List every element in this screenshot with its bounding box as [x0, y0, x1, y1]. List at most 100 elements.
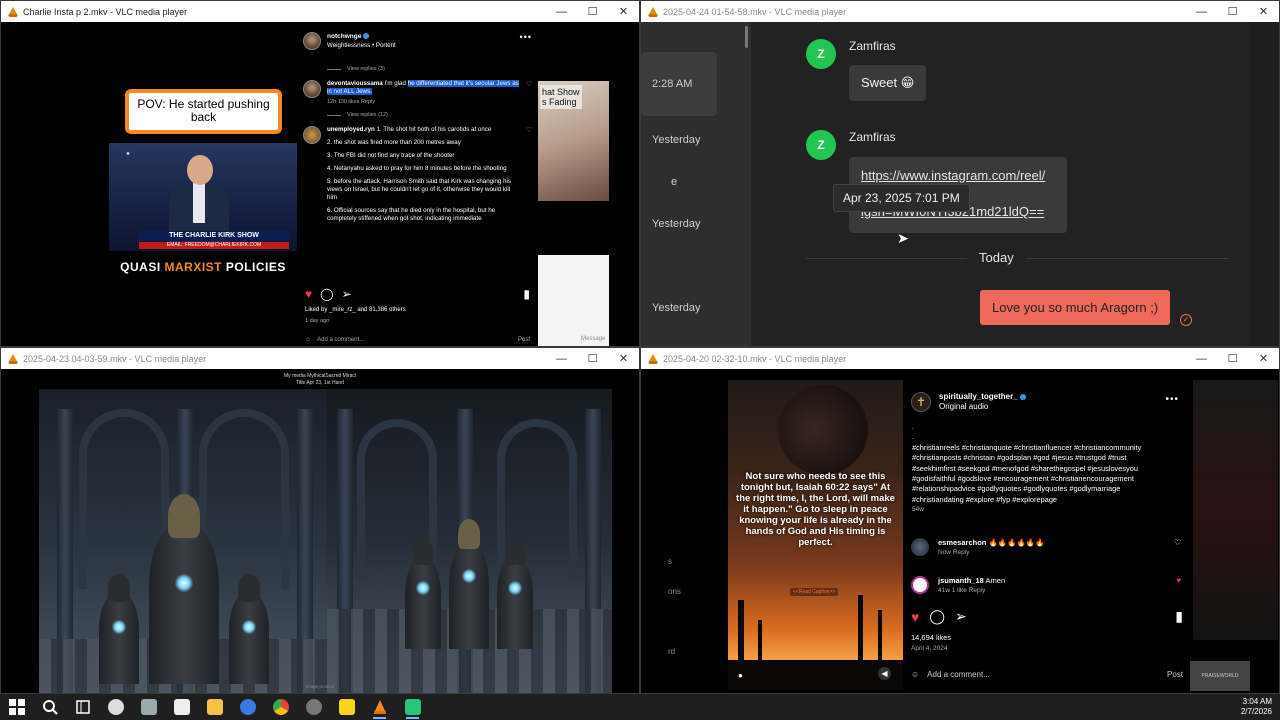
heart-filled-icon[interactable]: ♥ [911, 609, 919, 625]
comment-user[interactable]: jsumanth_18 [938, 576, 984, 585]
chat-list-time[interactable]: Yesterday [641, 302, 716, 314]
add-comment-input[interactable]: Add a comment... [927, 670, 1167, 679]
video-area[interactable]: My media MythicalSacred Miracl Title Apr… [1, 369, 639, 693]
titlebar[interactable]: 2025-04-20 02-32-10.mkv - VLC media play… [641, 348, 1279, 369]
vlc-window-3[interactable]: 2025-04-23 04-03-59.mkv - VLC media play… [0, 347, 640, 694]
titlebar[interactable]: Charlie Insta p 2.mkv - VLC media player… [1, 1, 639, 22]
comment-user[interactable]: unemployed.ryn [327, 126, 375, 133]
avatar[interactable] [303, 80, 321, 98]
emoji-icon[interactable]: ☺ [911, 670, 919, 679]
taskbar-app[interactable] [165, 694, 198, 720]
volume-icon[interactable]: ◀ [878, 667, 891, 680]
profile-icon[interactable]: ● [738, 671, 743, 680]
close-button[interactable]: ✕ [1248, 5, 1279, 18]
heart-outline-icon[interactable]: ♡ [526, 126, 532, 228]
comment-icon[interactable]: ◯ [320, 287, 333, 301]
username[interactable]: notchwnge [327, 33, 361, 40]
avatar[interactable] [911, 538, 929, 556]
avatar[interactable] [303, 126, 321, 144]
chat-list-time[interactable]: Yesterday [641, 218, 716, 230]
more-options-icon[interactable]: ••• [1165, 394, 1179, 405]
caption-age: 54w [912, 506, 924, 514]
taskbar-app[interactable] [396, 694, 429, 720]
taskbar-app-vlc[interactable] [363, 694, 396, 720]
praiseworld-logo: PRAISEWORLD [1190, 661, 1250, 691]
vlc-window-2[interactable]: 2025-04-24 01-54-58.mkv - VLC media play… [640, 0, 1280, 347]
close-button[interactable]: ✕ [608, 352, 639, 365]
chat-list-fragment[interactable]: e [641, 176, 716, 188]
chat-list-item[interactable]: 2:28 AM [641, 52, 717, 116]
minimize-button[interactable]: — [1186, 353, 1217, 365]
message-link[interactable]: https://www.instagram.com/reel/ [861, 167, 1055, 185]
video-area[interactable]: POV: He started pushing back ★ THE CHARL… [1, 22, 639, 346]
comment-icon[interactable]: ◯ [929, 608, 945, 625]
taskbar-app[interactable] [231, 694, 264, 720]
maximize-button[interactable]: ☐ [577, 352, 608, 365]
background-blur [1193, 380, 1278, 640]
clock-app-icon [107, 699, 124, 715]
titlebar[interactable]: 2025-04-23 04-03-59.mkv - VLC media play… [1, 348, 639, 369]
start-button[interactable] [0, 694, 33, 720]
bookmark-icon[interactable]: ▮ [1175, 608, 1183, 625]
avatar[interactable]: Z [806, 130, 836, 160]
maximize-button[interactable]: ☐ [1217, 352, 1248, 365]
maximize-button[interactable]: ☐ [1217, 5, 1248, 18]
minimize-button[interactable]: — [1186, 6, 1217, 18]
side-thumbnail-2 [538, 255, 609, 346]
system-clock[interactable]: 3:04 AM 2/7/2026 [1241, 697, 1272, 717]
username[interactable]: spiritually_together_ [939, 392, 1018, 401]
minimize-button[interactable]: — [546, 353, 577, 365]
minimize-button[interactable]: — [546, 6, 577, 18]
cross-avatar-icon[interactable]: ✝ [911, 392, 931, 412]
more-options-icon[interactable]: ••• [520, 32, 532, 42]
view-replies-link[interactable]: View replies (3) [297, 66, 538, 72]
share-icon[interactable]: ➢ [342, 287, 352, 301]
audio-label[interactable]: Original audio [939, 402, 988, 411]
heart-outline-icon[interactable]: ♡ [1174, 538, 1181, 558]
post-button[interactable]: Post [1167, 670, 1183, 679]
close-button[interactable]: ✕ [608, 5, 639, 18]
taskbar-app[interactable] [198, 694, 231, 720]
heart-filled-icon[interactable]: ♥ [305, 287, 312, 301]
vlc-window-1[interactable]: Charlie Insta p 2.mkv - VLC media player… [0, 0, 640, 347]
liked-by[interactable]: Liked by _mire_rz_ and 81,386 others [305, 307, 406, 313]
taskbar-app[interactable] [264, 694, 297, 720]
titlebar[interactable]: 2025-04-24 01-54-58.mkv - VLC media play… [641, 1, 1279, 22]
reel-video[interactable]: Not sure who needs to see this tonight b… [728, 380, 903, 690]
avatar[interactable]: Z [806, 39, 836, 69]
task-view-button[interactable] [66, 694, 99, 720]
emoji-icon[interactable]: ☺ [305, 337, 311, 343]
my-message-bubble[interactable]: Love you so much Aragorn ;) [980, 290, 1171, 325]
caption-policies: QUASI MARXIST POLICIES [120, 260, 286, 274]
sender-name: Zamfiras [849, 39, 896, 53]
add-comment-input[interactable]: Add a comment... [317, 337, 518, 343]
chat-list-time[interactable]: Yesterday [641, 134, 716, 146]
bookmark-icon[interactable]: ▮ [523, 287, 530, 301]
avatar[interactable] [911, 576, 929, 594]
video-area[interactable]: 2:28 AM Yesterday e Yesterday Yesterday … [641, 22, 1279, 346]
window-title: 2025-04-24 01-54-58.mkv - VLC media play… [663, 6, 847, 17]
taskbar-app[interactable] [132, 694, 165, 720]
likes-count[interactable]: 14,694 likes [911, 633, 951, 642]
comment-user[interactable]: esmesarchon [938, 538, 986, 547]
post-button[interactable]: Post [518, 337, 530, 343]
message-bubble[interactable]: Sweet 😁 [849, 65, 927, 101]
close-button[interactable]: ✕ [1248, 352, 1279, 365]
share-icon[interactable]: ➢ [955, 608, 967, 625]
audio-subtitle[interactable]: Weightlessness • Portent [327, 42, 396, 49]
heart-outline-icon[interactable]: ♡ [526, 80, 532, 106]
view-replies-link[interactable]: View replies (12) [297, 112, 538, 118]
video-left-panel: POV: He started pushing back ★ THE CHARL… [1, 22, 297, 346]
maximize-button[interactable]: ☐ [577, 5, 608, 18]
avatar[interactable] [303, 32, 321, 50]
scrollbar[interactable] [745, 26, 748, 48]
monk-figure [149, 494, 219, 684]
globe-icon [305, 699, 322, 715]
tv-clip: ★ THE CHARLIE KIRK SHOW EMAIL: FREEDOM@C… [109, 143, 297, 251]
taskbar-app[interactable] [330, 694, 363, 720]
search-button[interactable] [33, 694, 66, 720]
taskbar-app[interactable] [297, 694, 330, 720]
comment-user[interactable]: devontavioussama [327, 80, 383, 87]
heart-filled-icon[interactable]: ♥ [1176, 576, 1181, 596]
taskbar-app[interactable] [99, 694, 132, 720]
